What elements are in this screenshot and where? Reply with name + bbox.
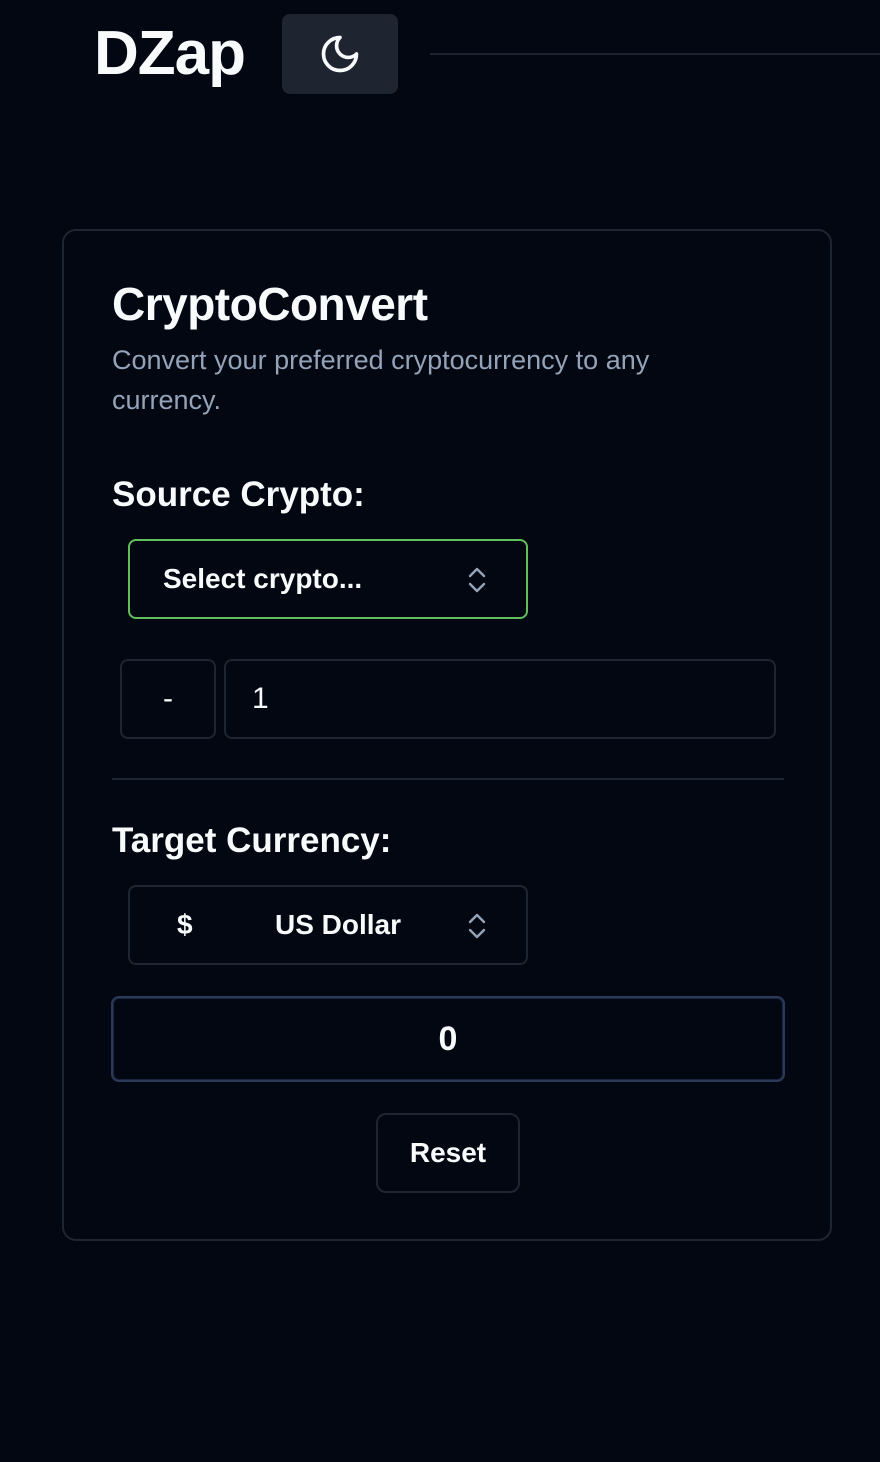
chevrons-up-down-icon: [468, 567, 486, 593]
chevrons-up-down-icon: [468, 913, 486, 939]
reset-button[interactable]: Reset: [376, 1113, 520, 1193]
converted-result: 0: [111, 996, 785, 1082]
currency-name: US Dollar: [275, 909, 402, 940]
page: DZap CryptoConvert Convert your preferre…: [0, 0, 880, 1462]
card-description: Convert your preferred cryptocurrency to…: [112, 345, 650, 415]
moon-icon: [321, 35, 359, 73]
currency-symbol: $: [177, 909, 193, 940]
target-currency-select[interactable]: $ US Dollar: [128, 885, 528, 965]
source-crypto-select[interactable]: Select crypto...: [128, 539, 528, 619]
theme-toggle-button[interactable]: [282, 14, 398, 94]
source-crypto-label: Source Crypto:: [112, 475, 365, 514]
brand-logo: DZap: [94, 19, 246, 88]
section-divider: [112, 778, 784, 780]
amount-input[interactable]: [224, 659, 776, 739]
source-crypto-select-value: Select crypto...: [163, 563, 363, 594]
card-title: CryptoConvert: [112, 278, 428, 330]
decrement-button[interactable]: -: [120, 659, 216, 739]
header-divider: [430, 53, 880, 55]
target-currency-label: Target Currency:: [112, 821, 392, 860]
